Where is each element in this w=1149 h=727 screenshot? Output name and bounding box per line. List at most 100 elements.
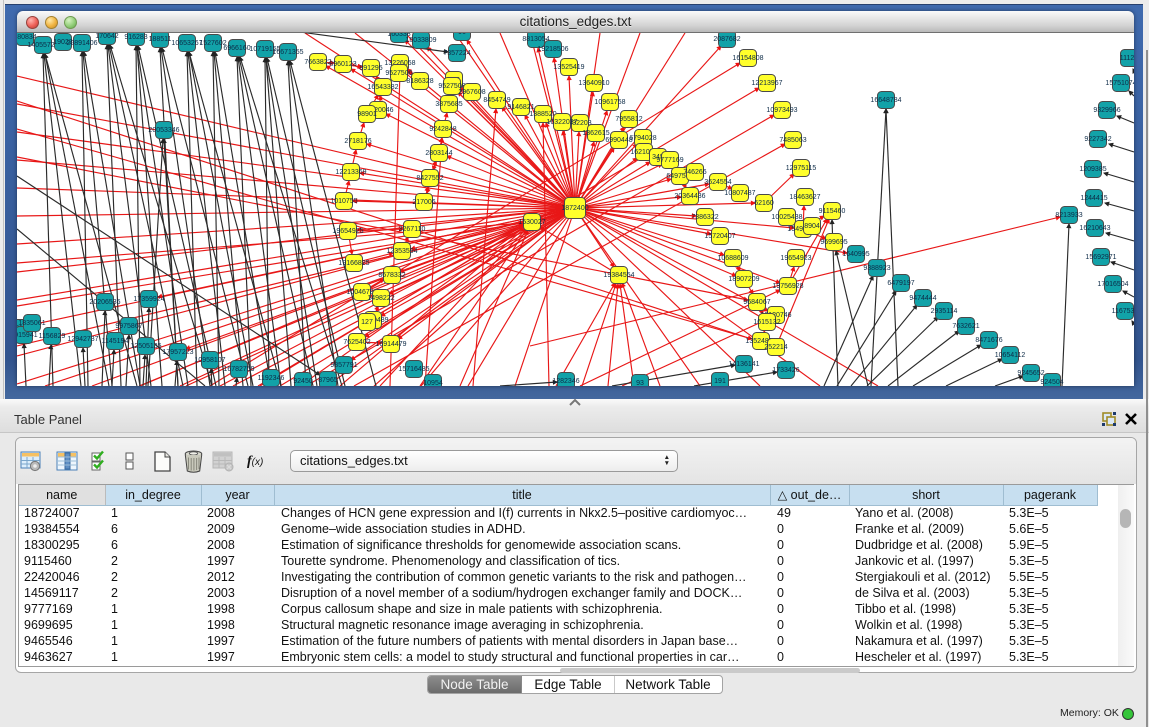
svg-text:98901: 98901	[357, 111, 377, 118]
svg-text:170642: 170642	[95, 33, 118, 40]
svg-text:8454749: 8454749	[483, 97, 510, 104]
svg-text:9388923: 9388923	[863, 265, 890, 272]
svg-text:7955812: 7955812	[615, 116, 642, 123]
svg-text:1615132: 1615132	[753, 319, 780, 326]
svg-text:16782759: 16782759	[223, 366, 254, 373]
svg-text:3624554: 3624554	[704, 179, 731, 186]
svg-text:96: 96	[458, 33, 466, 36]
svg-text:891295: 891295	[359, 65, 382, 72]
svg-text:8213933: 8213933	[1055, 212, 1082, 219]
svg-text:16154808: 16154808	[732, 55, 763, 62]
svg-text:8186328: 8186328	[406, 78, 433, 85]
svg-text:1156829: 1156829	[39, 333, 66, 340]
svg-text:19166825: 19166825	[338, 260, 369, 267]
svg-text:9227342: 9227342	[1084, 136, 1111, 143]
svg-text:127: 127	[361, 319, 373, 326]
svg-text:16210643: 16210643	[1079, 225, 1110, 232]
svg-text:1388520: 1388520	[529, 111, 556, 118]
svg-text:87965: 87965	[318, 377, 338, 384]
svg-text:62160: 62160	[754, 200, 774, 207]
svg-text:746266: 746266	[683, 169, 706, 176]
svg-text:10807487: 10807487	[724, 190, 755, 197]
svg-text:1498222: 1498222	[367, 295, 394, 302]
svg-text:9699695: 9699695	[820, 239, 847, 246]
svg-text:2718176: 2718176	[344, 138, 371, 145]
svg-text:9329966: 9329966	[1093, 107, 1120, 114]
svg-text:8960123: 8960123	[329, 61, 356, 68]
svg-text:11123: 11123	[1120, 55, 1134, 62]
svg-text:16543382: 16543382	[367, 84, 398, 91]
svg-text:2935114: 2935114	[931, 308, 958, 315]
svg-text:7357224: 7357224	[443, 50, 470, 57]
svg-text:20206536: 20206536	[89, 299, 120, 306]
svg-text:19654925: 19654925	[332, 228, 363, 235]
svg-text:16648784: 16648784	[870, 97, 901, 104]
svg-text:12942737: 12942737	[67, 336, 98, 343]
svg-text:7632621: 7632621	[952, 323, 979, 330]
svg-text:1192346: 1192346	[258, 375, 285, 382]
svg-text:19654923: 19654923	[780, 255, 811, 262]
svg-text:1244415: 1244415	[1080, 195, 1107, 202]
svg-text:6794028: 6794028	[629, 135, 656, 142]
svg-text:20364436: 20364436	[674, 193, 705, 200]
svg-text:9684067: 9684067	[743, 299, 770, 306]
svg-text:18907209: 18907209	[728, 276, 759, 283]
svg-text:6966160: 6966160	[223, 45, 250, 52]
svg-text:15692971: 15692971	[1085, 254, 1116, 261]
svg-text:8904: 8904	[804, 223, 820, 230]
svg-text:10961758: 10961758	[594, 99, 625, 106]
svg-text:16671355: 16671355	[272, 49, 303, 56]
svg-text:15720407: 15720407	[704, 233, 735, 240]
svg-text:9146821: 9146821	[507, 104, 534, 111]
svg-text:9474444: 9474444	[909, 295, 936, 302]
svg-text:924504: 924504	[1040, 379, 1063, 386]
svg-text:1282346: 1282346	[552, 378, 579, 385]
svg-text:252214: 252214	[764, 344, 787, 351]
svg-text:12353594: 12353594	[386, 248, 417, 255]
svg-text:1640995: 1640995	[842, 251, 869, 258]
svg-text:13640910: 13640910	[578, 80, 609, 87]
svg-text:9242848: 9242848	[429, 126, 456, 133]
svg-text:13525419: 13525419	[553, 64, 584, 71]
svg-text:92450: 92450	[293, 378, 313, 385]
svg-text:3875685: 3875685	[435, 101, 462, 108]
svg-text:9777169: 9777169	[656, 157, 683, 164]
svg-text:9245652: 9245652	[1017, 370, 1044, 377]
svg-text:15751074: 15751074	[1105, 80, 1134, 87]
svg-text:3267110: 3267110	[399, 226, 426, 233]
svg-text:12213369: 12213369	[335, 169, 366, 176]
svg-text:14136141: 14136141	[728, 361, 759, 368]
svg-text:2087682: 2087682	[713, 36, 740, 43]
svg-text:9527506: 9527506	[385, 70, 412, 77]
svg-text:19218506: 19218506	[537, 46, 568, 53]
svg-text:17016504: 17016504	[1097, 281, 1128, 288]
svg-text:916283: 916283	[124, 34, 147, 41]
svg-text:18463627: 18463627	[789, 194, 820, 201]
svg-text:19384554: 19384554	[603, 272, 634, 279]
svg-text:1872400: 1872400	[561, 205, 588, 212]
svg-text:12505135: 12505135	[130, 343, 161, 350]
svg-text:12975115: 12975115	[786, 165, 817, 172]
svg-text:1362615: 1362615	[582, 130, 609, 137]
svg-text:10954: 10954	[423, 380, 443, 386]
svg-text:191: 191	[714, 378, 726, 385]
svg-text:1209385: 1209385	[1079, 166, 1106, 173]
svg-text:17957223: 17957223	[162, 349, 193, 356]
svg-text:1010755: 1010755	[330, 198, 357, 205]
svg-text:1733426: 1733426	[772, 367, 799, 374]
svg-text:3915941: 3915941	[17, 332, 38, 339]
svg-text:217006: 217006	[412, 199, 435, 206]
svg-text:2967608: 2967608	[458, 89, 485, 96]
svg-text:19756928: 19756928	[772, 283, 803, 290]
svg-text:1145194: 1145194	[102, 338, 129, 345]
svg-text:16033809: 16033809	[405, 37, 436, 44]
svg-text:15716485: 15716485	[398, 366, 429, 373]
svg-text:9975867: 9975867	[115, 323, 142, 330]
svg-text:7663822: 7663822	[304, 59, 331, 66]
svg-text:10973493: 10973493	[766, 107, 797, 114]
svg-text:6479197: 6479197	[887, 280, 914, 287]
svg-text:8471676: 8471676	[975, 337, 1002, 344]
svg-text:188511: 188511	[149, 36, 172, 43]
svg-text:10688609: 10688609	[717, 255, 748, 262]
svg-text:2803144: 2803144	[425, 150, 452, 157]
